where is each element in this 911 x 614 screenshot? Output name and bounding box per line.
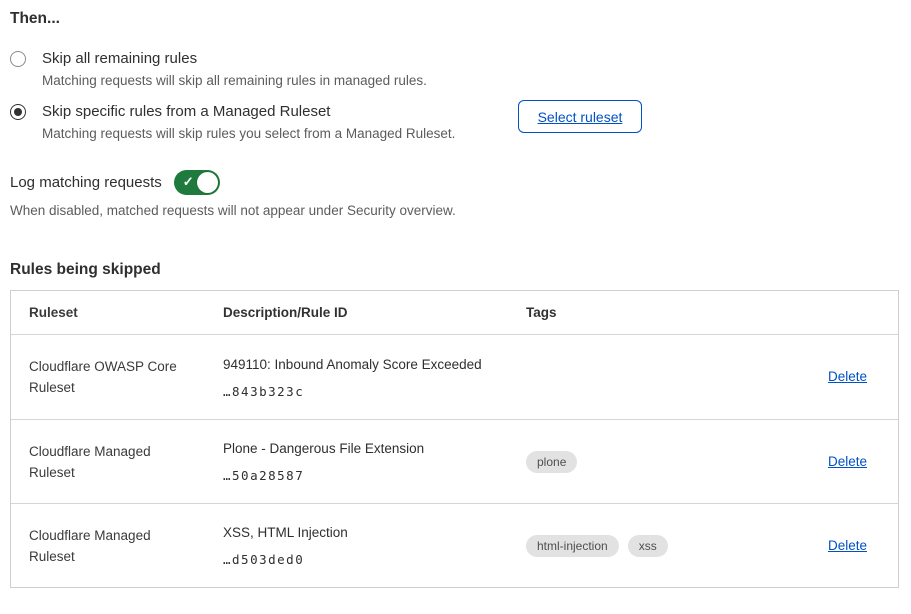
select-ruleset-button[interactable]: Select ruleset bbox=[518, 100, 642, 133]
radio-button-selected[interactable] bbox=[10, 104, 26, 120]
rules-being-skipped-table: Ruleset Description/Rule ID Tags Cloudfl… bbox=[10, 290, 899, 588]
tag-badge: xss bbox=[628, 535, 668, 557]
column-header-ruleset: Ruleset bbox=[11, 302, 223, 323]
then-section-title: Then... bbox=[10, 10, 60, 28]
log-matching-requests-label: Log matching requests bbox=[10, 174, 162, 191]
delete-rule-link[interactable]: Delete bbox=[828, 538, 867, 553]
option-label: Skip specific rules from a Managed Rules… bbox=[42, 103, 330, 120]
table-row: Cloudflare OWASP Core Ruleset 949110: In… bbox=[11, 335, 898, 419]
rule-description: Plone - Dangerous File Extension bbox=[223, 440, 526, 457]
log-matching-requests-toggle[interactable]: ✓ bbox=[174, 170, 220, 195]
tag-badge: plone bbox=[526, 451, 577, 473]
option-description: Matching requests will skip rules you se… bbox=[42, 126, 455, 141]
option-label: Skip all remaining rules bbox=[42, 50, 197, 67]
ruleset-name: Cloudflare OWASP Core Ruleset bbox=[11, 356, 223, 398]
waf-rule-config-page: Then... Skip all remaining rules Matchin… bbox=[0, 0, 911, 614]
toggle-knob bbox=[197, 172, 218, 193]
option-skip-all-remaining-rules[interactable]: Skip all remaining rules Matching reques… bbox=[10, 50, 427, 88]
rule-description: XSS, HTML Injection bbox=[223, 524, 526, 541]
ruleset-name: Cloudflare Managed Ruleset bbox=[11, 441, 223, 483]
rules-being-skipped-title: Rules being skipped bbox=[10, 261, 161, 279]
log-matching-requests-row: Log matching requests ✓ bbox=[10, 170, 220, 195]
option-description: Matching requests will skip all remainin… bbox=[42, 73, 427, 88]
table-header-row: Ruleset Description/Rule ID Tags bbox=[11, 291, 898, 335]
select-ruleset-button-label: Select ruleset bbox=[538, 109, 623, 125]
ruleset-name: Cloudflare Managed Ruleset bbox=[11, 525, 223, 567]
rule-description: 949110: Inbound Anomaly Score Exceeded bbox=[223, 356, 526, 373]
column-header-description: Description/Rule ID bbox=[223, 305, 526, 320]
option-skip-specific-rules[interactable]: Skip specific rules from a Managed Rules… bbox=[10, 103, 455, 141]
delete-rule-link[interactable]: Delete bbox=[828, 454, 867, 469]
log-matching-requests-description: When disabled, matched requests will not… bbox=[10, 203, 456, 218]
tags-cell: html-injection xss bbox=[526, 535, 826, 557]
column-header-tags: Tags bbox=[526, 305, 826, 320]
table-row: Cloudflare Managed Ruleset XSS, HTML Inj… bbox=[11, 503, 898, 587]
rule-id: …843b323c bbox=[223, 384, 526, 399]
radio-button-unselected[interactable] bbox=[10, 51, 26, 67]
check-icon: ✓ bbox=[183, 174, 194, 190]
rule-id: …50a28587 bbox=[223, 468, 526, 483]
tag-badge: html-injection bbox=[526, 535, 619, 557]
tags-cell: plone bbox=[526, 451, 826, 473]
table-row: Cloudflare Managed Ruleset Plone - Dange… bbox=[11, 419, 898, 503]
delete-rule-link[interactable]: Delete bbox=[828, 369, 867, 384]
rule-id: …d503ded0 bbox=[223, 552, 526, 567]
